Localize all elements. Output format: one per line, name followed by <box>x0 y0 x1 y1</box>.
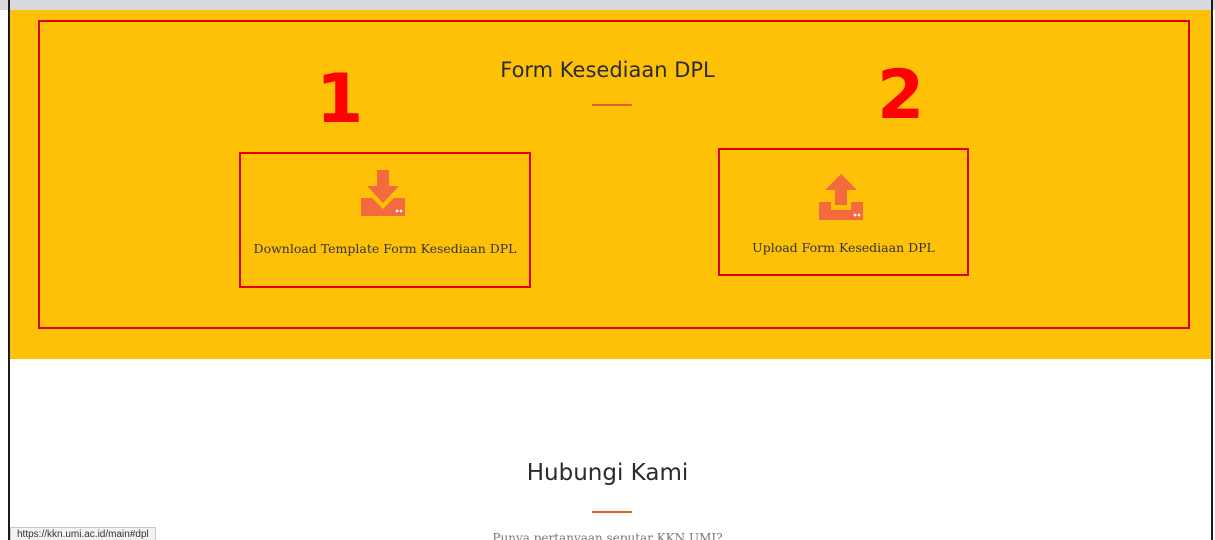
contact-subtitle: Punya pertanyaan seputar KKN UMI? <box>492 531 723 540</box>
contact-title-underline <box>592 511 632 513</box>
download-tray-icon <box>361 170 405 216</box>
download-template-button[interactable]: Download Template Form Kesediaan DPL <box>239 152 531 288</box>
annotation-marker-2: 2 <box>877 56 925 135</box>
section-title-underline <box>592 104 632 106</box>
annotation-marker-1: 1 <box>316 60 364 139</box>
page: Form Kesediaan DPL 1 2 Download Template… <box>0 0 1215 540</box>
upload-form-button[interactable]: Upload Form Kesediaan DPL <box>718 148 969 276</box>
contact-title: Hubungi Kami <box>526 460 689 486</box>
hero-background-remnant <box>0 0 1215 10</box>
download-template-label: Download Template Form Kesediaan DPL <box>253 241 517 256</box>
upload-tray-icon <box>819 174 863 220</box>
frame-right-edge <box>1211 0 1213 540</box>
section-title: Form Kesediaan DPL <box>500 58 715 82</box>
upload-form-label: Upload Form Kesediaan DPL <box>752 240 935 255</box>
status-bar-url: https://kkn.umi.ac.id/main#dpl <box>10 527 156 540</box>
frame-left-edge <box>8 0 10 540</box>
